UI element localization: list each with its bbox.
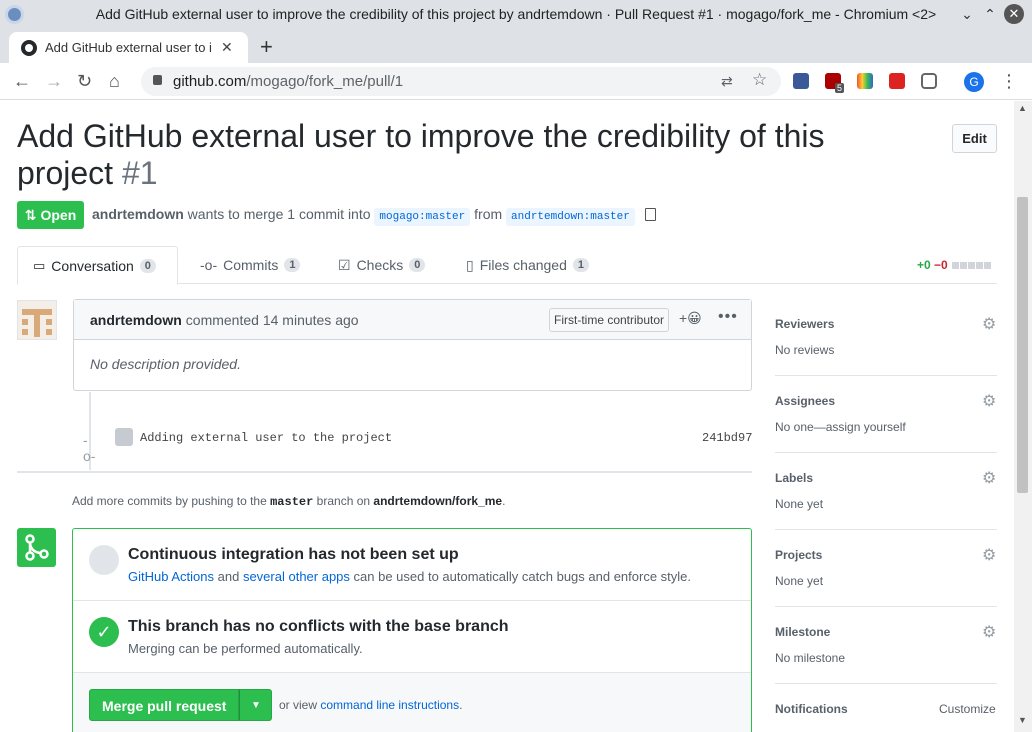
tab-commits[interactable]: -o- Commits 1 bbox=[185, 246, 315, 284]
window-title: Add GitHub external user to improve the … bbox=[95, 6, 937, 22]
sidebar-milestone[interactable]: Milestone ⚙ No milestone bbox=[775, 622, 997, 684]
merge-method-dropdown-icon[interactable]: ▼ bbox=[239, 689, 273, 721]
clipboard-icon[interactable] bbox=[644, 208, 656, 221]
github-page: Add GitHub external user to improve the … bbox=[0, 101, 1014, 732]
milestone-gear-icon[interactable]: ⚙ bbox=[982, 622, 996, 642]
conflict-subtitle: Merging can be performed automatically. bbox=[128, 641, 363, 656]
window-titlebar: Add GitHub external user to improve the … bbox=[0, 0, 1032, 29]
pull-request-icon: ⇅ bbox=[24, 206, 37, 223]
scrollbar-thumb[interactable] bbox=[1017, 197, 1028, 493]
merge-button-group: Merge pull request ▼ bbox=[89, 689, 273, 721]
head-branch[interactable]: andrtemdown:master bbox=[506, 208, 635, 226]
github-actions-link[interactable]: GitHub Actions bbox=[128, 569, 214, 584]
comment-time[interactable]: 14 minutes ago bbox=[263, 312, 359, 328]
reload-icon[interactable]: ↻ bbox=[77, 71, 92, 92]
browser-tab[interactable]: Add GitHub external user to i ✕ bbox=[9, 32, 248, 63]
ci-description: GitHub Actions and several other apps ca… bbox=[128, 569, 692, 584]
comment-author[interactable]: andrtemdown bbox=[90, 312, 182, 328]
github-favicon-icon bbox=[21, 39, 37, 56]
reviewers-gear-icon[interactable]: ⚙ bbox=[982, 314, 996, 334]
close-window-button[interactable]: ✕ bbox=[1004, 4, 1024, 24]
bookmark-star-icon[interactable]: ☆ bbox=[752, 70, 767, 90]
merge-status-icon bbox=[17, 528, 56, 567]
projects-gear-icon[interactable]: ⚙ bbox=[982, 545, 996, 565]
sidebar-reviewers[interactable]: Reviewers ⚙ No reviews bbox=[775, 314, 997, 376]
pr-title: Add GitHub external user to improve the … bbox=[17, 118, 825, 191]
first-time-contributor-badge: First-time contributor bbox=[549, 308, 670, 332]
scroll-down-icon[interactable]: ▼ bbox=[1018, 715, 1027, 725]
pr-state-badge: ⇅ Open bbox=[17, 201, 84, 229]
timeline-divider bbox=[17, 471, 752, 473]
profile-avatar[interactable]: G bbox=[964, 72, 984, 92]
scroll-up-icon[interactable]: ▲ bbox=[1018, 103, 1027, 113]
edit-title-button[interactable]: Edit bbox=[952, 124, 997, 153]
add-reaction-button[interactable]: +😀 bbox=[679, 310, 702, 327]
diff-stat: +0 −0 bbox=[917, 258, 992, 272]
commit-sha[interactable]: 241bd97 bbox=[702, 431, 752, 445]
back-icon[interactable]: ← bbox=[13, 71, 31, 92]
browser-toolbar: ← → ↻ ⌂ github.com/mogago/fork_me/pull/1… bbox=[0, 63, 1032, 100]
minimize-icon[interactable]: ⌄ bbox=[957, 4, 977, 24]
tab-close-icon[interactable]: ✕ bbox=[221, 39, 233, 56]
pr-meta: andrtemdown wants to merge 1 commit into… bbox=[92, 206, 656, 226]
extension-badge: 5 bbox=[835, 83, 845, 93]
author-avatar[interactable] bbox=[17, 300, 57, 340]
commit-node-icon: -o- bbox=[83, 432, 96, 464]
assignees-gear-icon[interactable]: ⚙ bbox=[982, 391, 996, 411]
sidebar-projects[interactable]: Projects ⚙ None yet bbox=[775, 545, 997, 607]
comment-options-icon[interactable]: ••• bbox=[718, 308, 738, 326]
command-line-link[interactable]: command line instructions bbox=[320, 698, 459, 712]
pr-description-comment: andrtemdown commented 14 minutes ago Fir… bbox=[73, 299, 752, 391]
tab-strip: Add GitHub external user to i ✕ + bbox=[0, 29, 1032, 63]
conflict-title: This branch has no conflicts with the ba… bbox=[128, 618, 509, 635]
file-diff-icon: ▯ bbox=[466, 256, 474, 273]
url-text[interactable]: github.com/mogago/fork_me/pull/1 bbox=[173, 73, 403, 90]
sidebar-labels[interactable]: Labels ⚙ None yet bbox=[775, 468, 997, 530]
commit-message[interactable]: Adding external user to the project bbox=[140, 431, 392, 445]
ci-row: Continuous integration has not been set … bbox=[73, 529, 751, 601]
customize-notifications-link[interactable]: Customize bbox=[939, 702, 996, 716]
new-tab-button[interactable]: + bbox=[260, 34, 273, 60]
tab-title: Add GitHub external user to i bbox=[45, 40, 212, 55]
extension-wand-icon[interactable] bbox=[889, 73, 905, 89]
tab-conversation[interactable]: ▭ Conversation 0 bbox=[17, 246, 178, 285]
commit-icon: -o- bbox=[200, 257, 218, 273]
extension-color-icon[interactable] bbox=[857, 73, 873, 89]
checklist-icon: ☑ bbox=[338, 256, 351, 273]
comment-body: No description provided. bbox=[90, 356, 241, 372]
lock-icon bbox=[153, 75, 162, 85]
pr-tabs: ▭ Conversation 0 -o- Commits 1 ☑ Checks … bbox=[17, 246, 997, 285]
other-apps-link[interactable]: several other apps bbox=[243, 569, 350, 584]
forward-icon[interactable]: → bbox=[45, 71, 63, 92]
translate-icon[interactable]: ⇄ bbox=[721, 73, 733, 90]
page-scrollbar[interactable]: ▲ ▼ bbox=[1014, 101, 1032, 732]
tab-checks[interactable]: ☑ Checks 0 bbox=[323, 246, 440, 284]
sidebar-notifications: Notifications Customize bbox=[775, 702, 996, 716]
ci-icon bbox=[89, 545, 119, 575]
pr-number: #1 bbox=[121, 155, 158, 191]
maximize-icon[interactable]: ⌃ bbox=[980, 4, 1000, 24]
labels-gear-icon[interactable]: ⚙ bbox=[982, 468, 996, 488]
head-repo-link[interactable]: andrtemdown/fork_me bbox=[373, 494, 502, 508]
commit-author-avatar[interactable] bbox=[115, 428, 133, 446]
ci-title: Continuous integration has not been set … bbox=[128, 546, 459, 563]
merge-pull-request-button[interactable]: Merge pull request bbox=[89, 689, 240, 721]
command-line-hint: or view command line instructions. bbox=[279, 698, 463, 712]
add-more-commits-hint: Add more commits by pushing to the maste… bbox=[72, 494, 506, 509]
merge-action-row: Merge pull request ▼ or view command lin… bbox=[73, 673, 751, 732]
extension-pocket-icon[interactable] bbox=[921, 73, 937, 89]
merge-box: Continuous integration has not been set … bbox=[72, 528, 752, 732]
sidebar-assignees[interactable]: Assignees ⚙ No one—assign yourself bbox=[775, 391, 997, 453]
check-icon: ✓ bbox=[89, 617, 119, 647]
conflict-row: ✓ This branch has no conflicts with the … bbox=[73, 601, 751, 673]
base-branch[interactable]: mogago:master bbox=[374, 208, 471, 226]
extension-save-icon[interactable] bbox=[793, 73, 809, 89]
pr-author-link[interactable]: andrtemdown bbox=[92, 206, 184, 222]
browser-menu-icon[interactable]: ⋮ bbox=[1000, 71, 1018, 92]
tab-files-changed[interactable]: ▯ Files changed 1 bbox=[451, 246, 604, 284]
comment-icon: ▭ bbox=[33, 257, 46, 273]
address-bar[interactable]: github.com/mogago/fork_me/pull/1 ⇄ ☆ bbox=[141, 67, 781, 96]
home-icon[interactable]: ⌂ bbox=[109, 71, 120, 92]
